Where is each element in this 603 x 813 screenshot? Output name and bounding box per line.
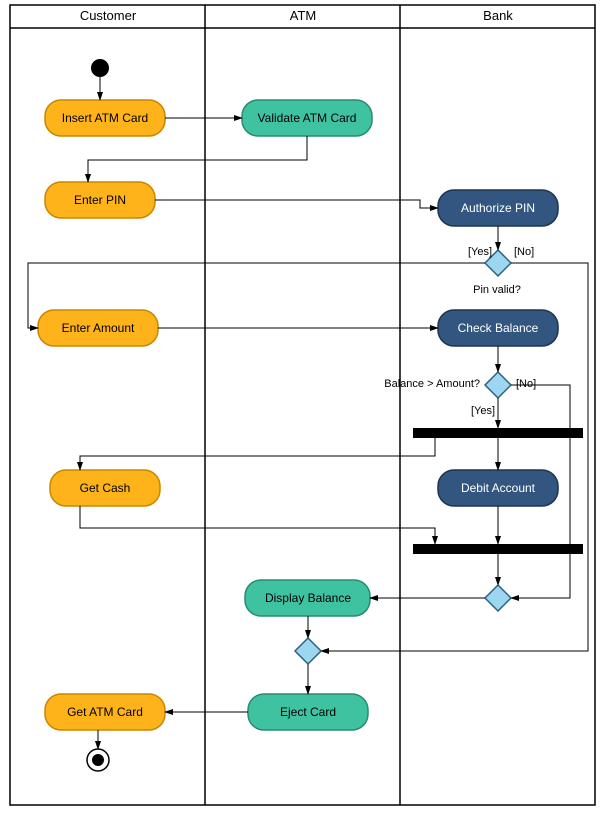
node-authorize-pin-label: Authorize PIN — [461, 201, 535, 215]
node-validate-card-label: Validate ATM Card — [258, 111, 357, 125]
lane-atm-header: ATM — [290, 8, 316, 23]
merge-2 — [295, 638, 321, 664]
edge-fork-getcash — [80, 438, 435, 470]
node-insert-card-label: Insert ATM Card — [62, 111, 148, 125]
edge-validate-enterpin — [88, 136, 307, 182]
decision-pin-valid-label: Pin valid? — [473, 284, 521, 296]
node-eject-card-label: Eject Card — [280, 705, 336, 719]
node-debit-account-label: Debit Account — [461, 481, 536, 495]
node-display-balance-label: Display Balance — [265, 591, 351, 605]
lane-bank-header: Bank — [483, 8, 513, 23]
merge-1 — [485, 585, 511, 611]
label-pin-no: [No] — [514, 246, 534, 258]
initial-node — [91, 59, 109, 77]
join-bar — [413, 544, 583, 554]
edge-enterpin-authorize — [155, 200, 438, 208]
node-enter-amount-label: Enter Amount — [62, 321, 135, 335]
activity-diagram: Customer ATM Bank Insert ATM Card Valida… — [0, 0, 603, 813]
node-check-balance-label: Check Balance — [458, 321, 539, 335]
edge-getcash-join — [80, 506, 435, 544]
label-balance-yes: [Yes] — [471, 405, 495, 417]
label-balance-no: [No] — [516, 378, 536, 390]
label-pin-yes: [Yes] — [468, 246, 492, 258]
final-node-inner — [92, 754, 104, 766]
node-get-atm-card-label: Get ATM Card — [67, 705, 143, 719]
decision-balance-label: Balance > Amount? — [384, 378, 480, 390]
lane-customer-header: Customer — [80, 8, 137, 23]
node-get-cash-label: Get Cash — [80, 481, 131, 495]
decision-balance — [485, 372, 511, 398]
node-enter-pin-label: Enter PIN — [74, 193, 126, 207]
fork-bar — [413, 428, 583, 438]
